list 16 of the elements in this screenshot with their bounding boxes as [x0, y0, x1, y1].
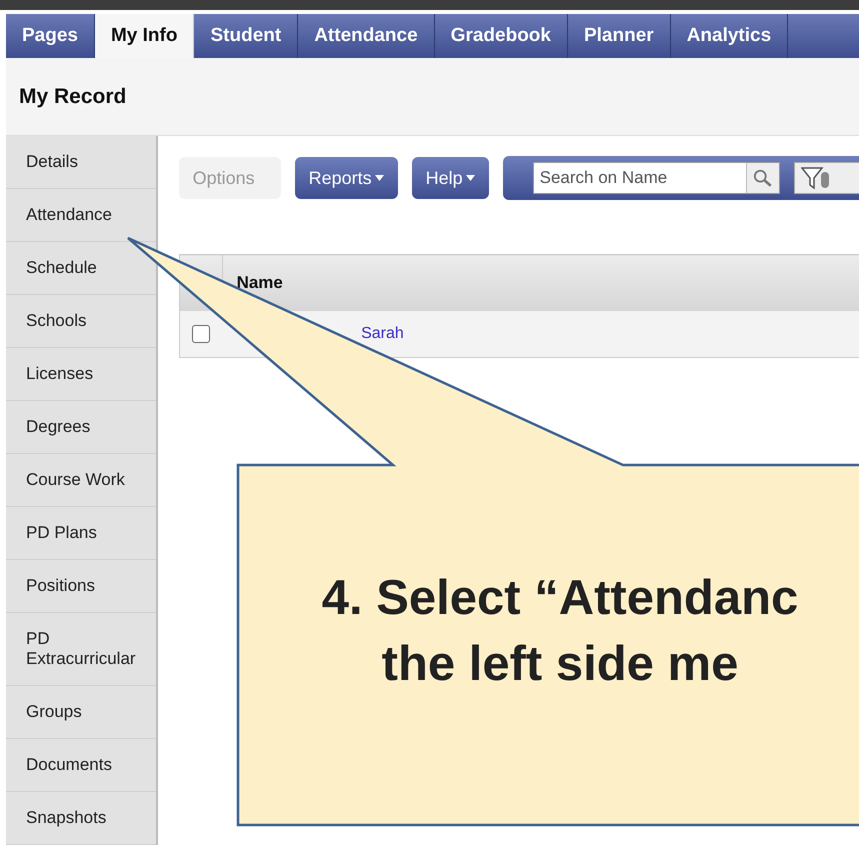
callout-text: the left side me: [382, 636, 738, 693]
column-header[interactable]: Name: [222, 254, 859, 311]
menu-button[interactable]: Reports: [294, 157, 398, 199]
page-title: My Record: [19, 84, 126, 108]
filter-button[interactable]: [794, 162, 859, 194]
row-checkbox[interactable]: [192, 324, 210, 343]
nav-tab[interactable]: My Info: [94, 14, 194, 58]
search-field[interactable]: Search on Name: [532, 162, 746, 194]
caret-icon: [374, 175, 384, 181]
name-link[interactable]: Sarah: [361, 325, 404, 342]
search-icon: [752, 168, 773, 188]
menu-button[interactable]: Help: [412, 157, 489, 199]
search-button[interactable]: [746, 162, 780, 194]
caret-icon: [466, 175, 475, 181]
filter-icon: [800, 166, 829, 190]
callout-text: 4. Select “Attendanc: [322, 570, 798, 627]
